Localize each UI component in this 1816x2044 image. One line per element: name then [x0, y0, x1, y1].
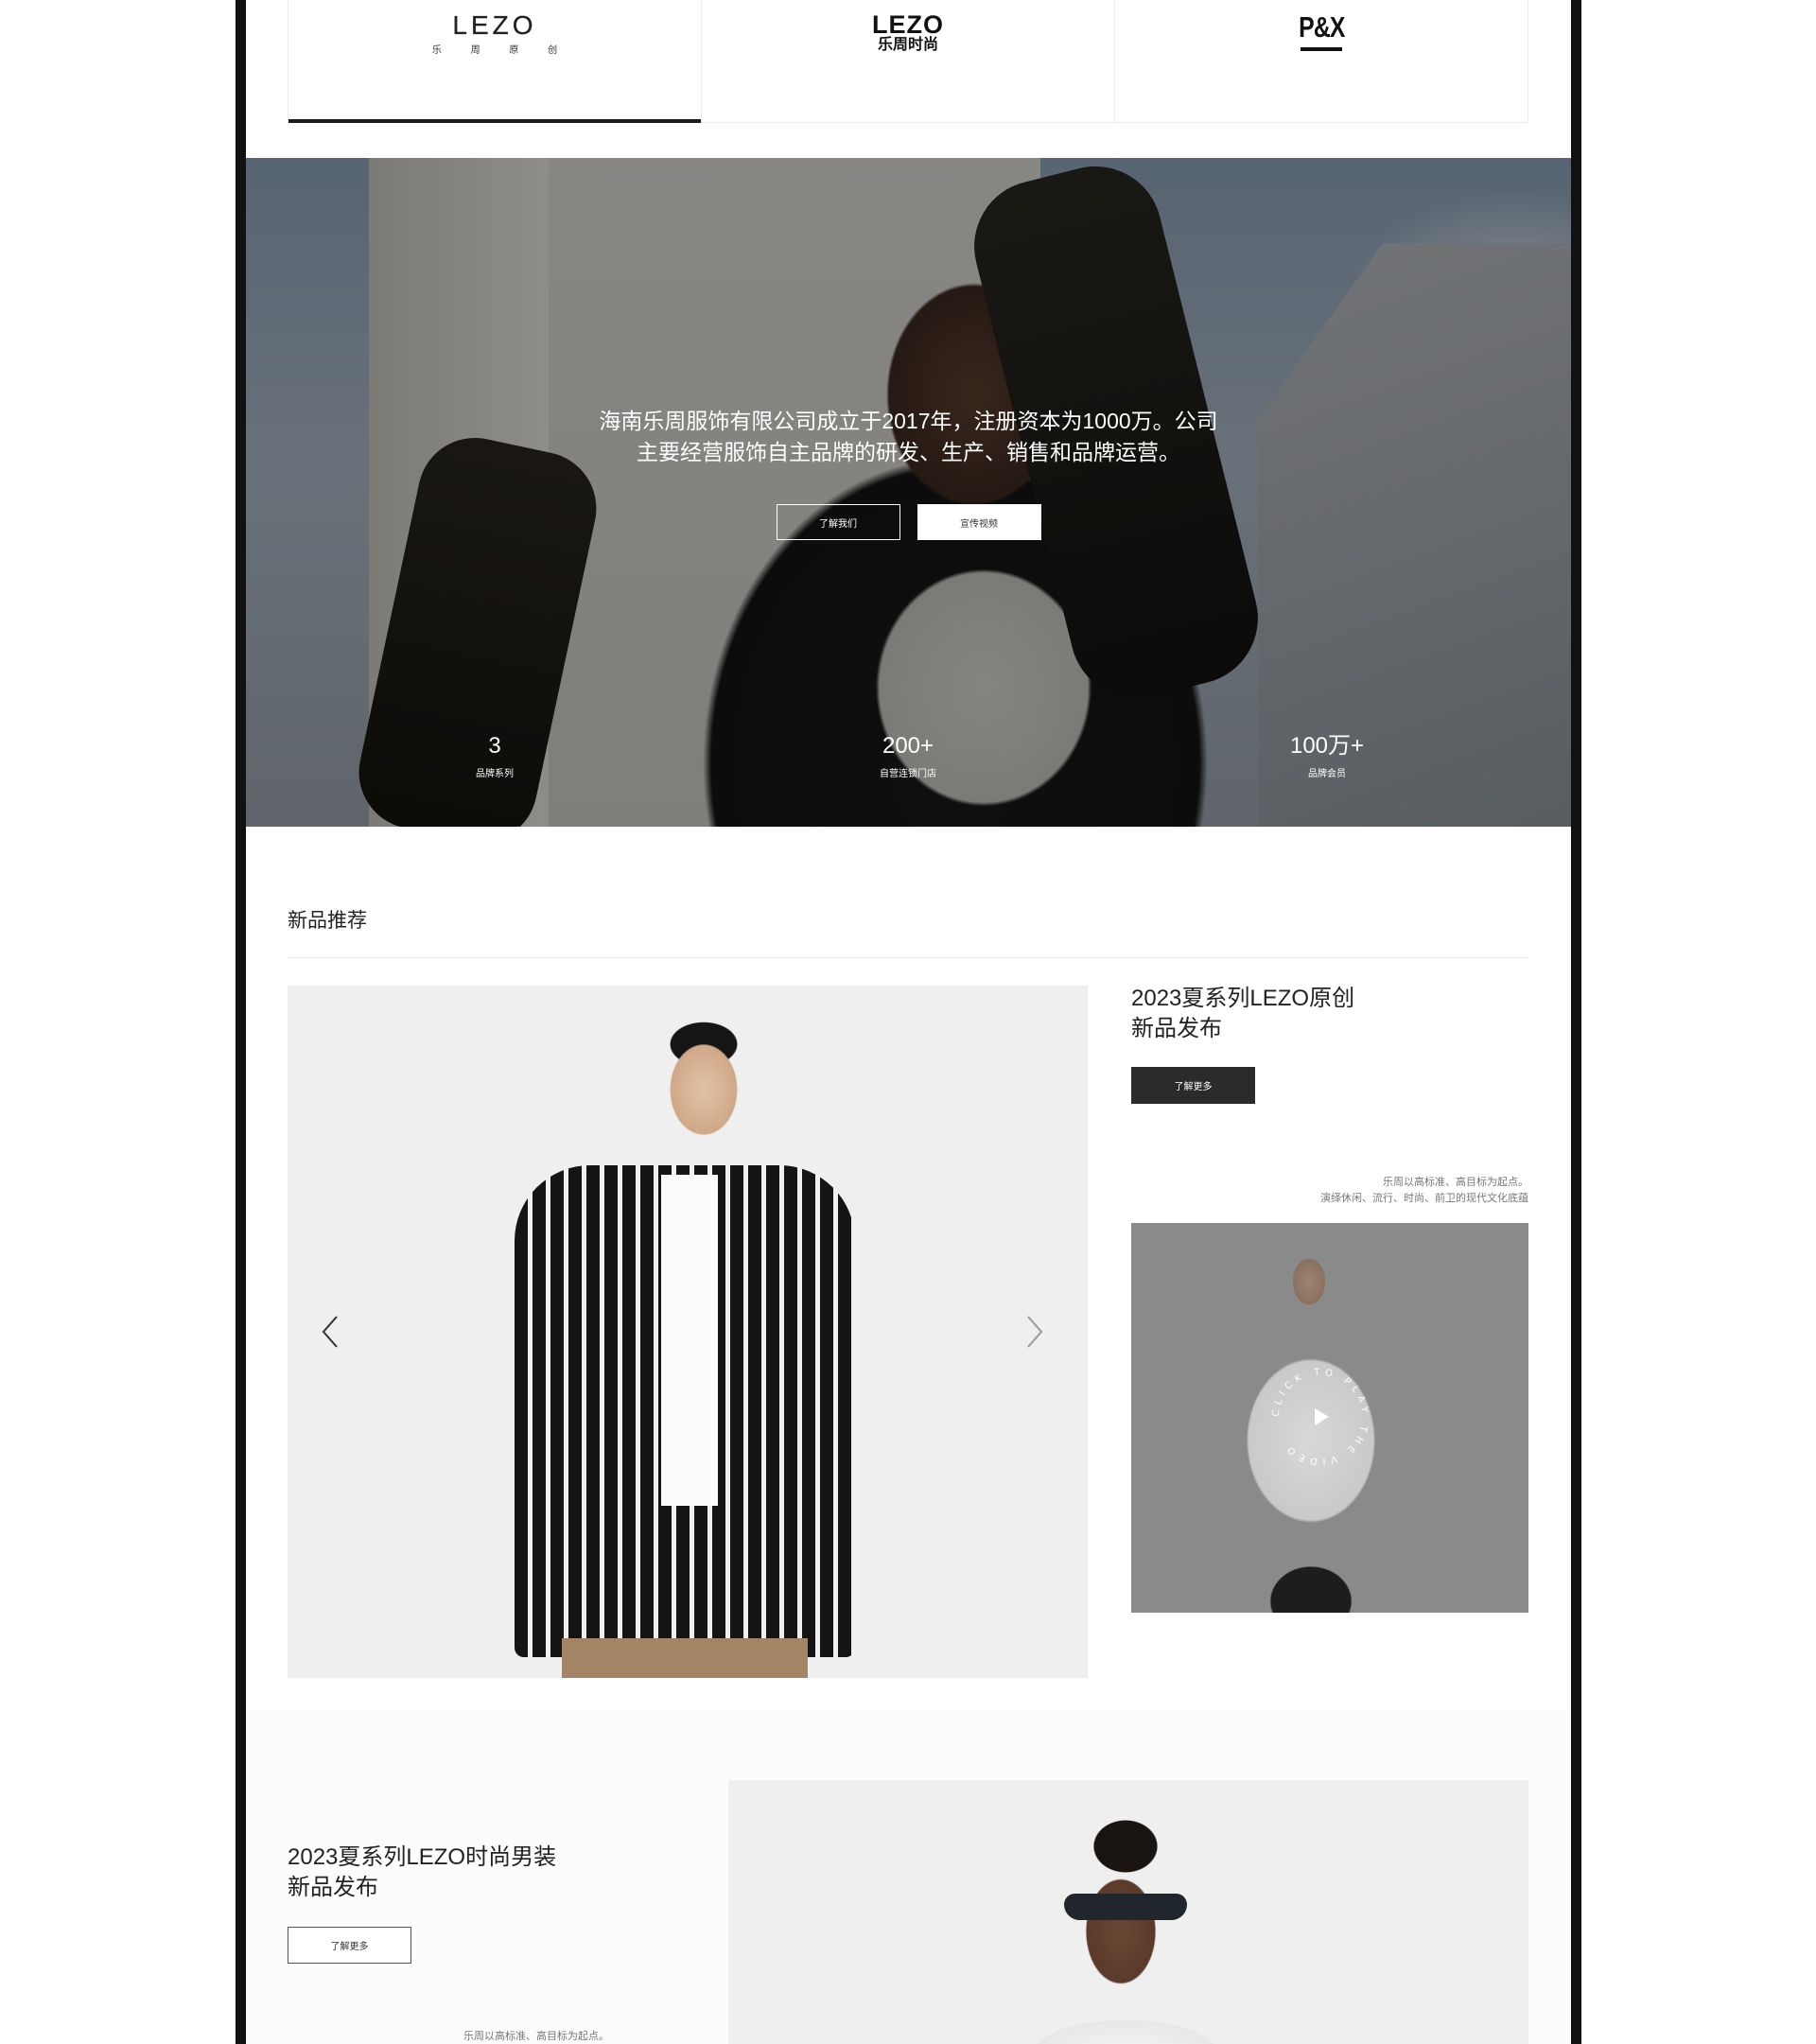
pants-image — [562, 1638, 808, 1678]
feature-title-line: 新品发布 — [288, 1875, 378, 1900]
stat-label: 品牌会员 — [1308, 769, 1346, 779]
play-icon: CLICK TO PLAY THE VIDEO — [1271, 1368, 1366, 1466]
chevron-left-icon — [322, 1316, 338, 1348]
lezo-original-logo: LEZO 乐 周 原 创 — [419, 10, 571, 122]
learn-more-button[interactable]: 了解更多 — [1131, 1067, 1255, 1104]
feature-title-line: 2023夏系列LEZO时尚男装 — [288, 1844, 557, 1870]
brand-tab-lezo-original[interactable]: LEZO 乐 周 原 创 — [288, 0, 702, 123]
page-frame-right — [1571, 0, 1581, 2044]
hero-intro-text: 海南乐周服饰有限公司成立于2017年，注册资本为1000万。公司 主要经营服饰自… — [246, 406, 1571, 468]
video-card[interactable]: CLICK TO PLAY THE VIDEO — [1131, 1223, 1528, 1613]
brand-logo-text: LEZO — [452, 10, 537, 40]
feature2-description: 乐周以高标准、高目标为起点。 — [463, 2031, 609, 2042]
section-divider — [288, 957, 1528, 958]
hero-buttons: 了解我们 宣传视频 — [246, 504, 1571, 540]
brand-logo-text: P&X — [1298, 10, 1345, 44]
product-feature-title: 2023夏系列LEZO原创 新品发布 — [1131, 984, 1434, 1044]
hero-intro-line: 海南乐周服饰有限公司成立于2017年，注册资本为1000万。公司 — [599, 409, 1218, 433]
hero-overlay — [246, 158, 1571, 827]
stat-label: 自营连锁门店 — [880, 769, 936, 779]
brand-logo-text: LEZO — [872, 10, 944, 39]
stat-label: 品牌系列 — [476, 769, 514, 779]
stat-value: 100万+ — [1289, 733, 1365, 759]
section-title: 新品推荐 — [288, 910, 367, 932]
feature2-model-image — [728, 1780, 1528, 2044]
stat-stores: 200+ 自营连锁门店 — [832, 733, 984, 779]
promo-video-button[interactable]: 宣传视频 — [917, 504, 1041, 540]
carousel-prev-button[interactable] — [320, 1315, 342, 1349]
sunglasses-image — [1064, 1894, 1187, 1920]
brand-tabs: LEZO 乐 周 原 创 LEZO 乐周时尚 P&X — [288, 0, 1528, 123]
stat-brand-series: 3 品牌系列 — [419, 733, 570, 779]
brand-tab-px[interactable]: P&X — [1115, 0, 1528, 122]
white-tee-image — [661, 1175, 718, 1506]
brand-tab-lezo-fashion[interactable]: LEZO 乐周时尚 — [702, 0, 1115, 122]
hero-intro-line: 主要经营服饰自主品牌的研发、生产、销售和品牌运营。 — [637, 440, 1180, 464]
feature-title-line: 2023夏系列LEZO原创 — [1131, 986, 1355, 1011]
px-logo: P&X — [1293, 11, 1351, 122]
page-frame-left — [236, 0, 246, 2044]
brand-logo-subtitle: 乐周时尚 — [877, 37, 938, 53]
play-video-button[interactable]: CLICK TO PLAY THE VIDEO — [1264, 1360, 1377, 1474]
stat-value: 200+ — [882, 733, 934, 759]
product-carousel — [288, 986, 1088, 1678]
feature-title-line: 新品发布 — [1131, 1016, 1222, 1041]
product-description: 乐周以高标准、高目标为起点。 演绎休闲、流行、时尚、前卫的现代文化底蕴 — [1320, 1175, 1528, 1207]
stat-value: 3 — [488, 733, 501, 759]
lezo-fashion-logo: LEZO 乐周时尚 — [872, 11, 944, 122]
chevron-right-icon — [1027, 1316, 1043, 1348]
feature2-title: 2023夏系列LEZO时尚男装 新品发布 — [288, 1843, 609, 1903]
stat-members: 100万+ 品牌会员 — [1251, 733, 1403, 779]
feature2-learn-more-button[interactable]: 了解更多 — [288, 1927, 411, 1964]
description-line: 乐周以高标准、高目标为起点。 — [1383, 1177, 1528, 1188]
description-line: 演绎休闲、流行、时尚、前卫的现代文化底蕴 — [1320, 1193, 1528, 1204]
logo-underline — [1301, 47, 1342, 51]
carousel-next-button[interactable] — [1022, 1315, 1045, 1349]
page: LEZO 乐 周 原 创 LEZO 乐周时尚 P&X 海南乐周服饰有限公司成立于… — [246, 0, 1571, 2044]
about-us-button[interactable]: 了解我们 — [776, 504, 900, 540]
hero-banner: 海南乐周服饰有限公司成立于2017年，注册资本为1000万。公司 主要经营服饰自… — [246, 158, 1571, 827]
brand-logo-subtitle: 乐 周 原 创 — [431, 45, 571, 56]
